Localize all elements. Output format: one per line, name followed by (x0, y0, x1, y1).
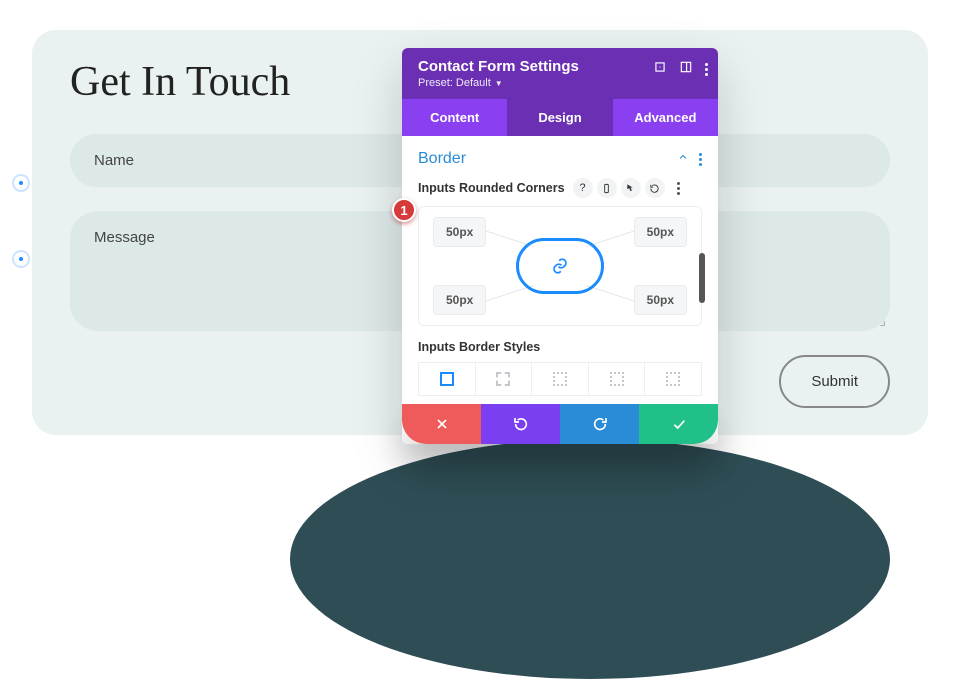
modal-header[interactable]: Contact Form Settings Preset: Default ▼ (402, 48, 718, 99)
option-more-icon[interactable] (669, 178, 689, 198)
settings-modal: Contact Form Settings Preset: Default ▼ … (402, 48, 718, 444)
tab-content[interactable]: Content (402, 99, 507, 136)
confirm-button[interactable] (639, 404, 718, 444)
option-label: Inputs Rounded Corners (418, 181, 565, 195)
border-style-dotted[interactable] (531, 362, 588, 396)
more-icon[interactable] (705, 60, 708, 79)
section-more-icon[interactable] (699, 153, 702, 166)
expand-icon[interactable] (653, 60, 667, 79)
section-title[interactable]: Border (418, 150, 466, 168)
tab-advanced[interactable]: Advanced (613, 99, 718, 136)
corner-top-right[interactable]: 50px (634, 217, 687, 247)
border-style-option[interactable] (588, 362, 645, 396)
hover-icon[interactable] (621, 178, 641, 198)
tab-design[interactable]: Design (507, 99, 612, 136)
styles-label: Inputs Border Styles (418, 340, 702, 354)
corner-top-left[interactable]: 50px (433, 217, 486, 247)
annotation-marker: 1 (392, 198, 416, 222)
decorative-curve (290, 439, 890, 679)
border-styles-row (418, 362, 702, 396)
submit-button[interactable]: Submit (779, 355, 890, 408)
link-icon (551, 257, 569, 275)
undo-button[interactable] (481, 404, 560, 444)
phone-icon[interactable] (597, 178, 617, 198)
link-corners-toggle[interactable] (516, 238, 604, 294)
border-style-solid[interactable] (418, 362, 475, 396)
preset-label: Preset: Default (418, 77, 491, 89)
reset-icon[interactable] (645, 178, 665, 198)
resize-handle-icon: ⌟ (879, 312, 886, 329)
collapse-icon[interactable] (677, 150, 689, 168)
panel-icon[interactable] (679, 60, 693, 79)
modal-footer (402, 404, 718, 444)
help-icon[interactable]: ? (573, 178, 593, 198)
close-button[interactable] (402, 404, 481, 444)
section-handle-icon[interactable] (12, 174, 30, 192)
corner-bottom-left[interactable]: 50px (433, 285, 486, 315)
redo-button[interactable] (560, 404, 639, 444)
section-handle-icon[interactable] (12, 250, 30, 268)
scrollbar-thumb[interactable] (699, 253, 705, 303)
tab-bar: Content Design Advanced (402, 99, 718, 136)
border-style-option[interactable] (644, 362, 702, 396)
rounded-corners-control: 50px 50px 50px 50px (418, 206, 702, 326)
corner-bottom-right[interactable]: 50px (634, 285, 687, 315)
message-placeholder: Message (94, 229, 155, 246)
border-style-dashed[interactable] (475, 362, 532, 396)
caret-down-icon: ▼ (495, 79, 503, 88)
